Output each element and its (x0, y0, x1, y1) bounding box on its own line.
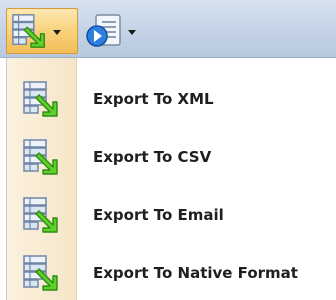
export-dropdown-menu: Export To XML Export To CSV Export To Em… (6, 58, 336, 300)
menu-item-export-email[interactable]: Export To Email (7, 186, 336, 244)
export-data-icon (22, 253, 62, 293)
chevron-down-icon (53, 29, 61, 35)
export-menu-screen: Export To XML Export To CSV Export To Em… (0, 0, 336, 300)
report-play-icon (86, 14, 121, 47)
chevron-down-icon (128, 29, 136, 35)
export-data-icon (22, 195, 62, 235)
menu-item-export-native-format[interactable]: Export To Native Format (7, 244, 336, 300)
toolbar (0, 0, 336, 58)
menu-item-export-xml[interactable]: Export To XML (7, 70, 336, 128)
menu-item-export-csv[interactable]: Export To CSV (7, 128, 336, 186)
export-data-icon (11, 12, 49, 50)
menu-item-label: Export To Native Format (93, 264, 298, 282)
report-dropdown-button[interactable] (82, 8, 152, 54)
export-dropdown-button[interactable] (6, 8, 78, 54)
export-data-icon (22, 79, 62, 119)
export-data-icon (22, 137, 62, 177)
menu-item-label: Export To Email (93, 206, 224, 224)
menu-item-label: Export To XML (93, 90, 214, 108)
menu-item-label: Export To CSV (93, 148, 212, 166)
